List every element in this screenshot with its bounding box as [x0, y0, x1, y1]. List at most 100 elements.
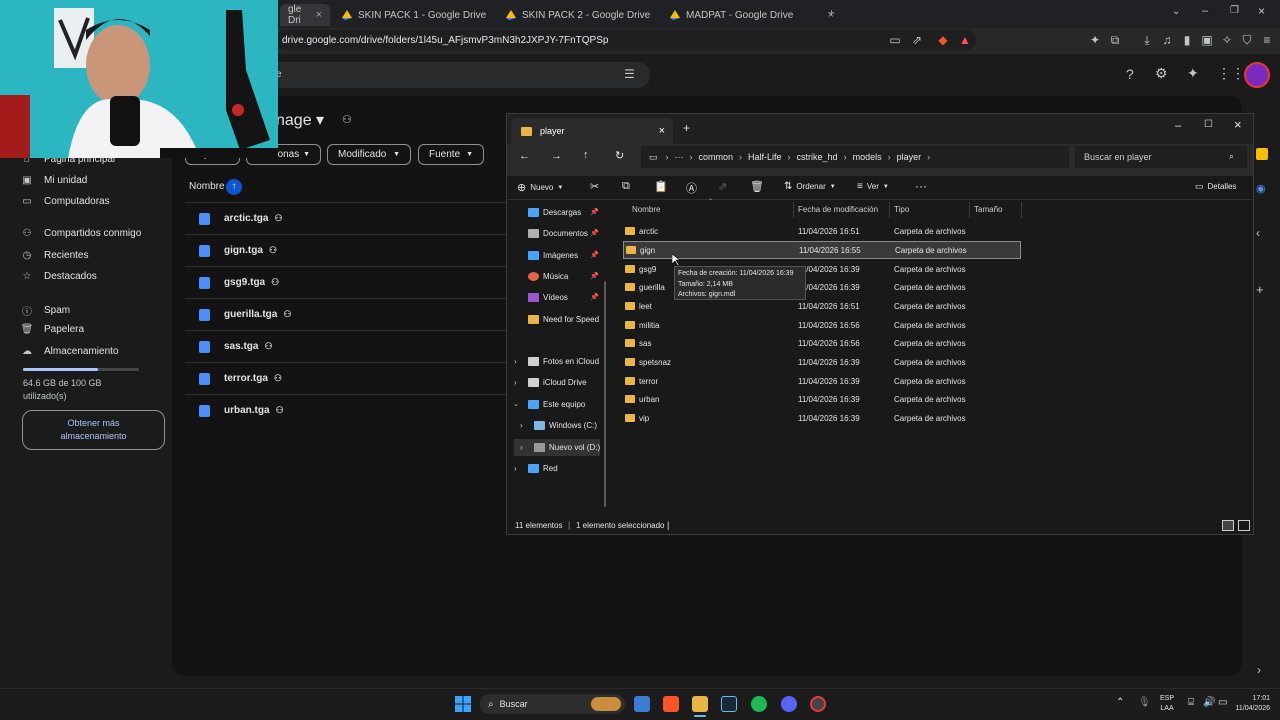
brave-browser-icon[interactable]: [663, 696, 679, 712]
network-icon[interactable]: ⌸: [1188, 697, 1194, 708]
breadcrumb-item[interactable]: Half-Life: [748, 152, 782, 162]
expand-chevron-icon[interactable]: ›: [514, 357, 517, 366]
brave-rewards-icon[interactable]: ▲: [958, 33, 972, 47]
extensions-icon[interactable]: ✦: [1088, 33, 1102, 47]
column-divider[interactable]: [793, 202, 794, 218]
file-row[interactable]: sas.tga ⚇: [185, 330, 525, 362]
sort-ascending-icon[interactable]: ↑: [226, 179, 242, 195]
add-addon-icon[interactable]: +: [1256, 282, 1264, 297]
drive-search-bar[interactable]: e ☰: [240, 62, 650, 88]
explorer-search-input[interactable]: Buscar en player ⌕: [1075, 146, 1247, 168]
nav-item-this-pc[interactable]: Este equipo: [528, 400, 585, 409]
nav-item-icloud-photos[interactable]: Fotos en iCloud: [528, 357, 599, 366]
browser-tab[interactable]: MADPAT - Google Drive ×: [662, 4, 842, 26]
new-tab-button[interactable]: +: [828, 6, 835, 20]
more-options-icon[interactable]: ···: [915, 179, 927, 193]
screenshot-icon[interactable]: ⧉: [1108, 33, 1122, 48]
expand-chevron-icon[interactable]: ›: [520, 443, 523, 452]
breadcrumb-item[interactable]: player: [897, 152, 922, 162]
steam-icon[interactable]: [721, 696, 737, 712]
tray-chevron-icon[interactable]: ⌃: [1116, 697, 1124, 708]
sidebar-item-recent[interactable]: ◷ Recientes: [18, 250, 89, 261]
new-button[interactable]: ⊕ Nuevo ▼: [517, 181, 563, 194]
apps-grid-icon[interactable]: ⋮⋮: [1217, 65, 1245, 82]
get-storage-button[interactable]: Obtener más almacenamiento: [22, 410, 165, 450]
gemini-icon[interactable]: ✦: [1187, 65, 1199, 82]
folder-row[interactable]: militia 11/04/2026 16:56 Carpeta de archiv…: [623, 316, 1021, 334]
menu-icon[interactable]: ≡: [1260, 33, 1274, 47]
up-icon[interactable]: ↑: [583, 149, 589, 161]
rename-icon[interactable]: Ⓐ: [686, 180, 697, 196]
column-divider[interactable]: [969, 202, 970, 218]
column-header-name[interactable]: Nombre: [632, 205, 660, 214]
breadcrumb[interactable]: ▭ › ··· › common › Half-Life › cstrike_h…: [641, 146, 1069, 168]
file-row[interactable]: guerilla.tga ⚇: [185, 298, 525, 330]
sidebar-item-starred[interactable]: ☆ Destacados: [18, 271, 97, 282]
close-icon[interactable]: ×: [316, 9, 322, 21]
address-bar[interactable]: drive.google.com/drive/folders/1l45u_AFj…: [276, 30, 976, 50]
breadcrumb-item[interactable]: common: [699, 152, 734, 162]
folder-row[interactable]: terror 11/04/2026 16:39 Carpeta de archivo…: [623, 372, 1021, 390]
details-button[interactable]: ▭ Detalles: [1195, 181, 1236, 192]
brave-shield-icon[interactable]: ◆: [936, 33, 950, 47]
sidebar-item-storage[interactable]: ☁ Almacenamiento: [18, 346, 118, 357]
file-row[interactable]: gign.tga ⚇: [185, 234, 525, 266]
nav-item-downloads[interactable]: Descargas: [528, 208, 581, 217]
restore-icon[interactable]: ❐: [1230, 5, 1239, 16]
nav-item-documents[interactable]: Documentos: [528, 229, 588, 238]
details-view-icon[interactable]: [1222, 520, 1234, 531]
column-header-date[interactable]: Fecha de modificación: [798, 205, 878, 214]
discord-icon[interactable]: [781, 696, 797, 712]
refresh-icon[interactable]: ↻: [615, 149, 624, 162]
file-row[interactable]: terror.tga ⚇: [185, 362, 525, 394]
minimize-icon[interactable]: –: [1175, 120, 1181, 132]
filter-source-chip[interactable]: Fuente ▼: [418, 144, 484, 165]
file-row[interactable]: urban.tga ⚇: [185, 394, 525, 426]
explorer-tab[interactable]: player ×: [511, 118, 673, 144]
language-indicator[interactable]: ESP LAA: [1160, 694, 1174, 714]
expand-chevron-icon[interactable]: ›: [520, 421, 523, 430]
folder-row[interactable]: arctic 11/04/2026 16:51 Carpeta de archivo…: [623, 222, 1021, 240]
cast-icon[interactable]: ▭: [888, 33, 902, 47]
close-window-icon[interactable]: ×: [1258, 4, 1265, 18]
column-name-header[interactable]: Nombre: [189, 181, 225, 192]
folder-row[interactable]: vip 11/04/2026 16:39 Carpeta de archivos: [623, 409, 1021, 427]
delete-icon[interactable]: 🗑: [750, 180, 764, 193]
ellipsis-icon[interactable]: ···: [675, 152, 684, 162]
column-header-type[interactable]: Tipo: [894, 205, 909, 214]
nav-item-need-for-speed[interactable]: Need for Speed: [528, 315, 599, 324]
file-row[interactable]: gsg9.tga ⚇: [185, 266, 525, 298]
browser-tab[interactable]: SKIN PACK 2 - Google Drive: [498, 4, 660, 26]
back-icon[interactable]: ←: [519, 150, 530, 162]
file-explorer-icon[interactable]: [692, 696, 708, 712]
close-window-icon[interactable]: ×: [1234, 117, 1242, 132]
breadcrumb-item[interactable]: models: [853, 152, 882, 162]
nav-item-drive-c[interactable]: Windows (C:): [534, 421, 597, 430]
nav-item-videos[interactable]: Vídeos: [528, 293, 568, 302]
cut-icon[interactable]: ✂: [590, 180, 599, 193]
column-header-size[interactable]: Tamaño: [974, 205, 1002, 214]
folder-row[interactable]: spetsnaz 11/04/2026 16:39 Carpeta de archi…: [623, 353, 1021, 371]
settings-icon[interactable]: ⚙: [1155, 65, 1168, 82]
search-options-icon[interactable]: ☰: [624, 67, 635, 81]
close-icon[interactable]: ×: [659, 125, 665, 137]
new-tab-button[interactable]: +: [683, 121, 690, 135]
vpn-icon[interactable]: ⛉: [1240, 33, 1254, 48]
forward-icon[interactable]: →: [551, 150, 562, 162]
app-icon[interactable]: [810, 696, 826, 712]
download-icon[interactable]: ⤓: [1140, 33, 1154, 48]
nav-item-music[interactable]: Música: [528, 272, 568, 281]
avatar[interactable]: [1244, 62, 1270, 88]
windows-start-icon[interactable]: [455, 696, 471, 712]
paste-icon[interactable]: 📋: [654, 180, 668, 193]
column-divider[interactable]: [889, 202, 890, 218]
music-icon[interactable]: ♫: [1160, 33, 1174, 47]
sidebar-item-spam[interactable]: ⓘ Spam: [18, 303, 70, 318]
microphone-icon[interactable]: 🎙: [1138, 697, 1151, 708]
file-row[interactable]: arctic.tga ⚇: [185, 202, 525, 234]
tasks-icon[interactable]: ◉: [1256, 182, 1266, 195]
tab-search-icon[interactable]: ⌄: [1172, 6, 1180, 17]
side-panel-arrow-icon[interactable]: ‹: [1256, 226, 1260, 240]
nav-item-pictures[interactable]: Imágenes: [528, 251, 578, 260]
sort-button[interactable]: ⇅ Ordenar ▼: [784, 181, 836, 192]
